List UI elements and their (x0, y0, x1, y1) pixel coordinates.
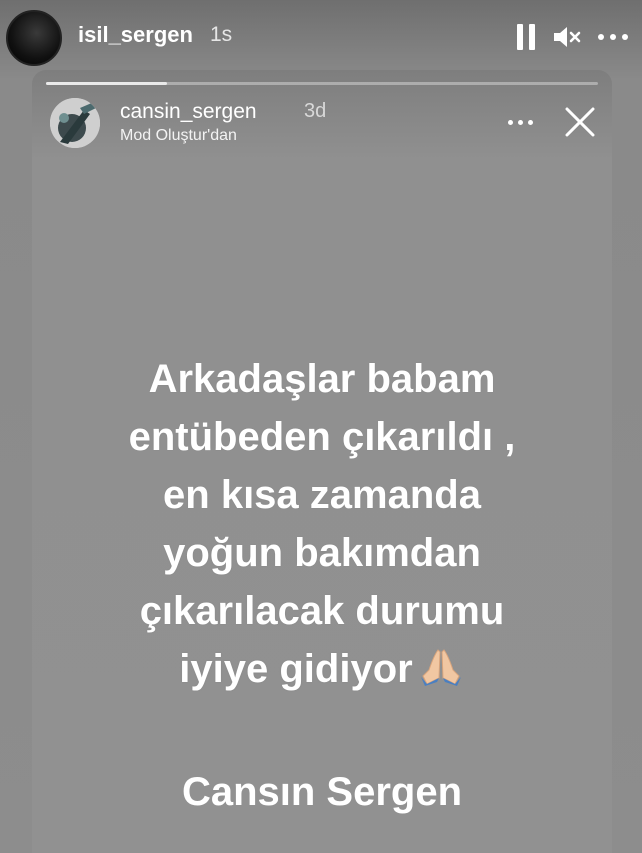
story-header: isil_sergen 1s (0, 0, 642, 78)
praying-hands-icon (420, 649, 461, 686)
close-icon[interactable] (562, 104, 598, 140)
story-timestamp: 1s (210, 23, 233, 46)
story-progress-fill (46, 82, 168, 85)
shared-avatar[interactable] (50, 98, 100, 148)
story-controls (516, 20, 628, 54)
story-viewer: isil_sergen 1s cansin_sergen 3d Mod Oluş… (0, 0, 642, 853)
story-message: Arkadaşlar babam entübeden çıkarıldı , e… (32, 350, 612, 698)
story-line: entübeden çıkarıldı , (128, 415, 516, 459)
mute-icon[interactable] (552, 24, 582, 50)
guitar-avatar-icon (50, 98, 100, 148)
story-line: iyiye gidiyor (179, 647, 413, 691)
avatar[interactable] (6, 10, 62, 66)
story-line-last: iyiye gidiyor (32, 640, 612, 698)
story-line: Arkadaşlar babam (148, 357, 496, 401)
shared-timestamp: 3d (304, 100, 327, 122)
story-username[interactable]: isil_sergen (78, 22, 193, 48)
story-signature: Cansın Sergen (181, 770, 463, 814)
shared-username[interactable]: cansin_sergen (120, 100, 257, 124)
more-options-icon[interactable] (508, 120, 533, 125)
story-progress-bar (46, 82, 598, 85)
story-line: yoğun bakımdan (163, 531, 481, 575)
pause-icon[interactable] (516, 24, 536, 50)
story-line: çıkarılacak durumu (139, 589, 505, 633)
story-line: en kısa zamanda (163, 473, 481, 517)
shared-story-card[interactable]: cansin_sergen 3d Mod Oluştur'dan Arkadaş… (32, 70, 612, 853)
more-options-icon[interactable] (598, 34, 628, 40)
shared-subtitle: Mod Oluştur'dan (120, 127, 237, 144)
